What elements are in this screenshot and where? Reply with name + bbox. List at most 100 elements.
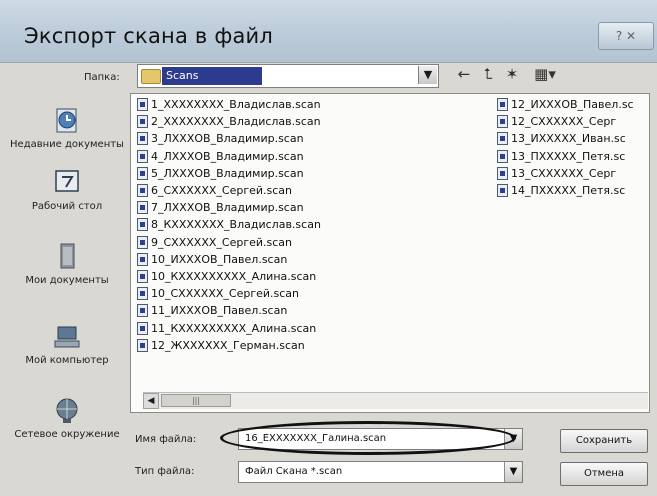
scroll-thumb[interactable]: ||| (161, 394, 231, 407)
file-name: 8_КХХХХХХХ_Владислав.scan (151, 218, 321, 232)
scan-file-icon (137, 338, 148, 352)
scan-file-icon (137, 149, 148, 163)
file-item[interactable]: 6_СХХХХХХ_Сергей.scan (137, 182, 487, 199)
scan-file-icon (137, 235, 148, 249)
file-item[interactable]: 10_ИХХХОВ_Павел.scan (137, 251, 487, 268)
place-desktop[interactable]: Рабочий стол (8, 167, 126, 213)
file-name: 11_КХХХХХХХХХ_Алина.scan (151, 321, 317, 335)
file-item[interactable]: 13_ПХХХХХ_Петя.sc (497, 148, 647, 165)
file-name: 5_ЛХХХОВ_Владимир.scan (151, 166, 304, 180)
scan-file-icon (497, 166, 508, 180)
scan-file-icon (137, 166, 148, 180)
places-bar: Недавние документы Рабочий стол Мои доку… (8, 95, 126, 477)
folder-label: Папка: (84, 72, 120, 83)
chevron-down-icon[interactable]: ▼ (504, 462, 522, 482)
file-name: 2_ХХХХХХХХ_Владислав.scan (151, 115, 321, 129)
back-arrow-icon[interactable]: ← (452, 64, 476, 84)
place-my-documents[interactable]: Мои документы (8, 241, 126, 287)
scan-file-icon (497, 184, 508, 197)
file-item[interactable]: 14_ПХХХХХ_Петя.sc (497, 182, 647, 199)
scan-file-icon (137, 287, 148, 301)
file-name: 12_ЖХХХХХХ_Герман.scan (151, 338, 305, 352)
scan-file-icon (137, 115, 148, 129)
file-name: 1_ХХХХХХХХ_Владислав.scan (151, 98, 321, 111)
scan-file-icon (497, 115, 508, 129)
my-computer-icon (52, 321, 82, 351)
file-name: 3_ЛХХХОВ_Владимир.scan (151, 132, 304, 146)
folder-value: Scans (162, 67, 262, 85)
my-documents-icon (52, 241, 82, 271)
view-menu-icon[interactable]: ▦▾ (528, 64, 562, 84)
help-close-buttons[interactable]: ? ✕ (598, 22, 654, 50)
file-item[interactable]: 7_ЛХХХОВ_Владимир.scan (137, 199, 487, 216)
file-item[interactable]: 2_ХХХХХХХХ_Владислав.scan (137, 113, 487, 130)
recent-documents-icon (52, 105, 82, 135)
file-item[interactable]: 12_СХХХХХХ_Серг (497, 113, 647, 130)
file-item[interactable]: 3_ЛХХХОВ_Владимир.scan (137, 130, 487, 147)
file-item[interactable]: 10_СХХХХХХ_Сергей.scan (137, 285, 487, 302)
file-item[interactable]: 13_СХХХХХХ_Серг (497, 165, 647, 182)
save-button[interactable]: Сохранить (560, 429, 648, 453)
scan-file-icon (497, 132, 508, 146)
scan-file-icon (497, 149, 508, 163)
place-my-computer[interactable]: Мой компьютер (8, 321, 126, 367)
file-name: 12_СХХХХХХ_Серг (511, 115, 617, 129)
scan-file-icon (497, 98, 508, 111)
dialog-title: Экспорт скана в файл (24, 24, 274, 48)
cancel-button[interactable]: Отмена (560, 462, 648, 486)
title-bar: Экспорт скана в файл ? ✕ (0, 0, 657, 63)
place-network[interactable]: Сетевое окружение (8, 395, 126, 441)
chevron-down-icon[interactable]: ▼ (418, 66, 437, 84)
file-name: 10_СХХХХХХ_Сергей.scan (151, 287, 300, 301)
file-name: 6_СХХХХХХ_Сергей.scan (151, 184, 293, 197)
highlight-ellipse (220, 421, 516, 455)
file-item[interactable]: 4_ЛХХХОВ_Владимир.scan (137, 148, 487, 165)
file-item[interactable]: 12_ЖХХХХХХ_Герман.scan (137, 337, 487, 354)
file-name: 4_ЛХХХОВ_Владимир.scan (151, 149, 304, 163)
file-item[interactable]: 9_СХХХХХХ_Сергей.scan (137, 234, 487, 251)
folder-icon (141, 69, 161, 84)
file-item[interactable]: 11_КХХХХХХХХХ_Алина.scan (137, 320, 487, 337)
file-name: 12_ИХХХОВ_Павел.sc (511, 98, 634, 111)
place-label: Мой компьютер (25, 355, 109, 366)
file-name: 7_ЛХХХОВ_Владимир.scan (151, 201, 304, 215)
network-icon (52, 395, 82, 425)
place-recent-documents[interactable]: Недавние документы (8, 105, 126, 151)
file-name: 10_КХХХХХХХХХ_Алина.scan (151, 270, 317, 283)
file-name: 9_СХХХХХХ_Сергей.scan (151, 235, 293, 249)
file-name: 13_СХХХХХХ_Серг (511, 166, 617, 180)
file-item[interactable]: 10_КХХХХХХХХХ_Алина.scan (137, 268, 487, 285)
file-item[interactable]: 8_КХХХХХХХ_Владислав.scan (137, 216, 487, 233)
scan-file-icon (137, 270, 148, 283)
scan-file-icon (137, 252, 148, 266)
scan-file-icon (137, 184, 148, 197)
file-name: 11_ИХХХОВ_Павел.scan (151, 304, 288, 318)
up-folder-icon[interactable]: ⮤ (476, 64, 500, 84)
file-name: 10_ИХХХОВ_Павел.scan (151, 252, 288, 266)
folder-combobox[interactable]: Scans ▼ (137, 64, 439, 88)
scan-file-icon (137, 218, 148, 232)
desktop-icon (52, 167, 82, 197)
file-item[interactable]: 1_ХХХХХХХХ_Владислав.scan (137, 96, 487, 113)
filename-label: Имя файла: (135, 434, 197, 445)
file-item[interactable]: 11_ИХХХОВ_Павел.scan (137, 302, 487, 319)
scan-file-icon (137, 98, 148, 111)
horizontal-scrollbar[interactable]: ◀ ||| (143, 392, 648, 409)
file-name: 13_ПХХХХХ_Петя.sc (511, 149, 626, 163)
file-list[interactable]: 1_ХХХХХХХХ_Владислав.scan 2_ХХХХХХХХ_Влад… (130, 93, 650, 413)
file-item[interactable]: 5_ЛХХХОВ_Владимир.scan (137, 165, 487, 182)
filetype-label: Тип файла: (135, 466, 195, 477)
file-name: 14_ПХХХХХ_Петя.sc (511, 184, 626, 197)
new-folder-icon[interactable]: ✶ (500, 64, 524, 84)
filetype-value: Файл Скана *.scan (245, 466, 343, 477)
place-label: Мои документы (25, 275, 109, 286)
scan-file-icon (137, 201, 148, 215)
place-label: Сетевое окружение (14, 429, 120, 440)
filetype-select[interactable]: Файл Скана *.scan ▼ (238, 461, 523, 483)
place-label: Рабочий стол (31, 201, 103, 212)
scroll-left-icon[interactable]: ◀ (143, 393, 159, 409)
scan-file-icon (137, 304, 148, 318)
file-item[interactable]: 12_ИХХХОВ_Павел.sc (497, 96, 647, 113)
file-name: 13_ИХХХХХ_Иван.sc (511, 132, 626, 146)
file-item[interactable]: 13_ИХХХХХ_Иван.sc (497, 130, 647, 147)
